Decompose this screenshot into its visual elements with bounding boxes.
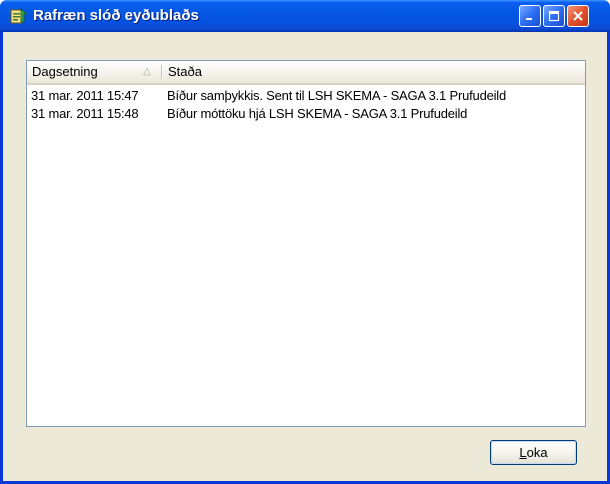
row-status: Bíður móttöku hjá LSH SKEMA - SAGA 3.1 P… [167, 106, 468, 121]
row-date: 31 mar. 2011 15:48 [31, 106, 139, 121]
list-header: Dagsetning △ Staða [27, 61, 585, 85]
sort-ascending-icon: △ [143, 66, 151, 77]
column-header-label: Staða [168, 64, 202, 79]
button-accelerator: L [519, 445, 527, 460]
close-button[interactable] [567, 5, 589, 27]
button-label: oka [526, 445, 548, 460]
row-date: 31 mar. 2011 15:47 [31, 88, 139, 103]
maximize-button[interactable] [543, 5, 565, 27]
minimize-button[interactable] [519, 5, 541, 27]
row-status: Bíður samþykkis. Sent til LSH SKEMA - SA… [167, 88, 507, 103]
column-header-dagsetning[interactable]: Dagsetning [27, 61, 162, 83]
history-list[interactable]: Dagsetning △ Staða 31 mar. 2011 15:47 Bí… [26, 60, 586, 427]
column-header-stada[interactable]: Staða [163, 61, 585, 83]
maximize-icon [548, 10, 560, 22]
window-title: Rafræn slóð eyðublaðs [33, 7, 199, 24]
column-header-label: Dagsetning [32, 64, 98, 79]
minimize-icon [526, 18, 532, 20]
close-dialog-button[interactable]: Loka [490, 440, 577, 465]
dialog-window: Rafræn slóð eyðublaðs Dagsetning △ Staða… [0, 0, 610, 484]
form-trail-icon [10, 8, 28, 24]
title-bar[interactable]: Rafræn slóð eyðublaðs [0, 0, 610, 32]
close-icon [573, 11, 583, 21]
